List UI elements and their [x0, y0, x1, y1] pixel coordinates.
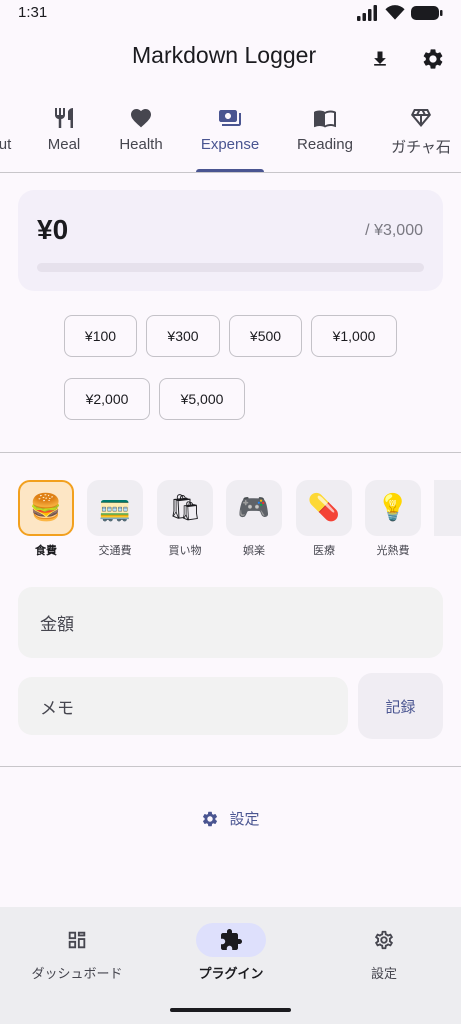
tab-health[interactable]: Health [110, 98, 172, 172]
gear-icon [203, 811, 218, 826]
app-settings-button[interactable] [418, 44, 448, 74]
category-partial-box [434, 480, 461, 536]
budget-progress-bar [37, 263, 424, 272]
active-tab-indicator [196, 169, 264, 172]
app-title: Markdown Logger [132, 42, 317, 68]
tab-reading[interactable]: Reading [292, 98, 358, 172]
tab-label: Reading [297, 136, 353, 153]
category-transport[interactable]: 🚃 交通費 [87, 480, 143, 558]
quick-amount-button[interactable]: ¥100 [64, 315, 137, 357]
nav-label: ダッシュボード [31, 967, 123, 982]
book-icon [314, 110, 336, 128]
nav-label: 設定 [370, 967, 397, 982]
puzzle-icon [221, 929, 242, 950]
category-label: 買い物 [168, 544, 202, 557]
nav-dashboard[interactable]: ダッシュボード [26, 923, 128, 982]
game-controller-icon: 🎮 [226, 480, 282, 536]
signal-icon [357, 5, 377, 21]
pill-icon: 💊 [296, 480, 352, 536]
budget-summary-card: ¥0 / ¥3,000 [18, 190, 443, 291]
category-food[interactable]: 🍔 食費 [18, 480, 74, 558]
budget-limit: / ¥3,000 [365, 222, 423, 239]
status-bar: 1:31 [0, 0, 461, 30]
diamond-icon [411, 109, 431, 127]
category-entertainment[interactable]: 🎮 娯楽 [226, 480, 282, 558]
record-button[interactable]: 記録 [358, 673, 443, 739]
category-label: 食費 [35, 544, 57, 557]
home-indicator [170, 1008, 291, 1012]
spent-amount: ¥0 [37, 214, 69, 245]
shopping-bags-icon: 🛍 [157, 480, 213, 536]
amount-input[interactable]: 金額 [18, 587, 443, 658]
plugin-tabs: ut Meal Health Expense [0, 98, 461, 173]
nav-settings[interactable]: 設定 [333, 923, 435, 982]
tab-meal[interactable]: Meal [34, 98, 94, 172]
category-label: 光熱費 [376, 544, 410, 557]
nav-plugins[interactable]: プラグイン [180, 923, 282, 982]
heart-icon [131, 109, 151, 128]
category-label: 娯楽 [243, 544, 265, 557]
download-icon [374, 51, 386, 66]
quick-amount-button[interactable]: ¥2,000 [64, 378, 150, 420]
tab-label: ut [0, 136, 12, 153]
fork-knife-icon [55, 108, 73, 128]
tab-gacha-stones[interactable]: ガチャ石 [388, 98, 454, 172]
tab-partial[interactable]: ut [0, 98, 20, 172]
nav-label: プラグイン [198, 967, 264, 982]
tab-label: Meal [47, 136, 81, 153]
category-label: 医療 [313, 544, 335, 557]
divider [0, 766, 461, 767]
divider [0, 452, 461, 453]
app-bar: Markdown Logger [0, 30, 461, 90]
status-icons [357, 5, 443, 21]
settings-link-label: 設定 [229, 810, 260, 828]
gear-outline-icon [375, 930, 393, 950]
category-label: 交通費 [98, 544, 132, 557]
quick-amount-button[interactable]: ¥5,000 [159, 378, 245, 420]
quick-amount-button[interactable]: ¥1,000 [311, 315, 397, 357]
status-time: 1:31 [18, 4, 48, 21]
category-shopping[interactable]: 🛍 買い物 [157, 480, 213, 558]
bottom-navigation: ダッシュボード プラグイン 設定 [0, 907, 461, 1024]
payments-icon [219, 110, 241, 126]
tab-expense[interactable]: Expense [196, 98, 264, 172]
hamburger-icon: 🍔 [18, 480, 74, 536]
category-medical[interactable]: 💊 医療 [296, 480, 352, 558]
light-bulb-icon: 💡 [365, 480, 421, 536]
dashboard-icon [68, 931, 86, 949]
gear-icon [423, 49, 443, 69]
expense-settings-button[interactable]: 設定 [0, 808, 461, 829]
category-utilities[interactable]: 💡 光熱費 [365, 480, 421, 558]
wifi-icon [385, 5, 405, 20]
download-button[interactable] [365, 44, 395, 74]
tab-label: Expense [200, 136, 260, 153]
quick-amount-button[interactable]: ¥500 [229, 315, 302, 357]
tab-label: Health [119, 136, 163, 153]
tab-label: ガチャ石 [391, 139, 451, 156]
memo-input[interactable]: メモ [18, 677, 348, 735]
battery-icon [411, 6, 443, 20]
quick-amount-button[interactable]: ¥300 [146, 315, 220, 357]
category-partial[interactable] [434, 480, 461, 536]
train-icon: 🚃 [87, 480, 143, 536]
